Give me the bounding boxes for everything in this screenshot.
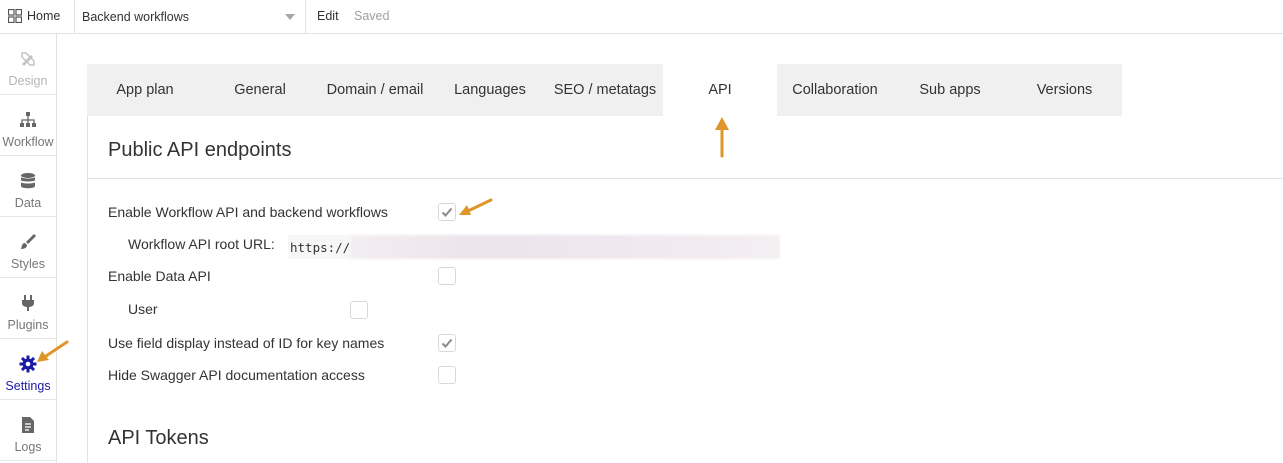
grid-icon — [8, 9, 22, 23]
home-button[interactable]: Home — [8, 6, 60, 26]
settings-content: App plan General Domain / email Language… — [87, 64, 1283, 463]
edit-button[interactable]: Edit — [317, 9, 339, 23]
hide-swagger-label: Hide Swagger API documentation access — [108, 367, 365, 383]
sidebar-item-label: Design — [8, 74, 48, 88]
tab-domain-email[interactable]: Domain / email — [317, 64, 433, 116]
root-url-label: Workflow API root URL: — [128, 236, 275, 252]
tab-app-plan[interactable]: App plan — [87, 64, 203, 116]
chevron-down-icon — [285, 14, 295, 20]
document-icon — [19, 416, 37, 434]
left-sidebar: Design Workflow Data Styles Plugins Sett… — [0, 34, 57, 463]
tab-versions[interactable]: Versions — [1007, 64, 1122, 116]
hide-swagger-checkbox[interactable] — [438, 366, 456, 384]
tab-general[interactable]: General — [203, 64, 317, 116]
checkmark-icon — [441, 207, 453, 217]
api-settings-panel — [87, 116, 1283, 463]
sidebar-item-label: Logs — [14, 440, 42, 454]
enable-workflow-label: Enable Workflow API and backend workflow… — [108, 204, 388, 220]
top-bar: Home Backend workflows Edit Saved — [0, 0, 1283, 34]
tab-api[interactable]: API — [663, 64, 777, 116]
sidebar-item-label: Styles — [10, 257, 46, 271]
settings-tab-bar: App plan General Domain / email Language… — [87, 64, 1122, 116]
tab-seo-metatags[interactable]: SEO / metatags — [547, 64, 663, 116]
user-label: User — [128, 301, 158, 317]
field-display-label: Use field display instead of ID for key … — [108, 335, 385, 351]
enable-data-checkbox[interactable] — [438, 267, 456, 285]
api-tokens-title: API Tokens — [108, 427, 209, 449]
saved-status: Saved — [354, 9, 390, 23]
sidebar-item-workflow[interactable]: Workflow — [0, 95, 56, 156]
section-divider — [88, 178, 1283, 179]
sidebar-item-plugins[interactable]: Plugins — [0, 278, 56, 339]
public-api-title: Public API endpoints — [108, 139, 292, 161]
page-select-value: Backend workflows — [82, 10, 189, 24]
gear-icon — [19, 355, 37, 373]
divider — [305, 0, 306, 34]
enable-workflow-checkbox[interactable] — [438, 203, 456, 221]
sidebar-item-label: Data — [14, 196, 42, 210]
sidebar-item-design[interactable]: Design — [0, 34, 56, 95]
sidebar-item-label: Workflow — [2, 135, 54, 149]
database-icon — [19, 172, 37, 190]
sidebar-item-label: Settings — [5, 379, 51, 393]
plug-icon — [19, 294, 37, 312]
tab-sub-apps[interactable]: Sub apps — [893, 64, 1007, 116]
tab-languages[interactable]: Languages — [433, 64, 547, 116]
sidebar-item-settings[interactable]: Settings — [0, 339, 56, 400]
sidebar-item-label: Plugins — [7, 318, 49, 332]
user-checkbox[interactable] — [350, 301, 368, 319]
redacted-url — [350, 235, 780, 259]
enable-data-label: Enable Data API — [108, 268, 211, 284]
page-select[interactable]: Backend workflows — [75, 0, 303, 34]
checkmark-icon — [441, 338, 453, 348]
home-label: Home — [27, 9, 61, 23]
tab-collaboration[interactable]: Collaboration — [777, 64, 893, 116]
sidebar-item-data[interactable]: Data — [0, 156, 56, 217]
field-display-checkbox[interactable] — [438, 334, 456, 352]
sidebar-item-logs[interactable]: Logs — [0, 400, 56, 461]
design-icon — [19, 50, 37, 68]
workflow-icon — [19, 111, 37, 129]
root-url-value: https:// — [288, 235, 351, 259]
brush-icon — [19, 233, 37, 251]
sidebar-item-styles[interactable]: Styles — [0, 217, 56, 278]
